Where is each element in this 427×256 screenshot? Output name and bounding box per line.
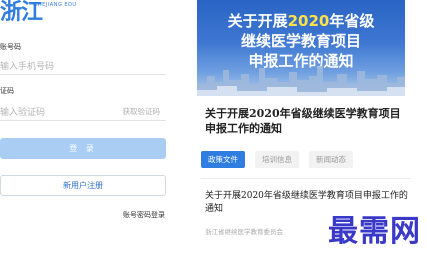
phone-field[interactable]: 输入手机号码	[0, 56, 166, 75]
tab-policy-documents[interactable]: 政策文件	[201, 151, 245, 168]
login-panel: 浙江 ZHEJIANG EDU 账号码 输入手机号码 证码 输入验证码 获取验证…	[0, 0, 178, 256]
tab-training-info[interactable]: 培训信息	[255, 151, 299, 168]
banner-line-2: 继续医学教育项目	[240, 32, 361, 50]
password-login-link[interactable]: 账号密码登录	[123, 210, 165, 220]
tab-news[interactable]: 新闻动态	[309, 151, 353, 168]
phone-label: 账号码	[0, 43, 21, 51]
divider	[201, 178, 411, 179]
code-placeholder: 输入验证码	[0, 108, 46, 118]
app-logo-subtext: ZHEJIANG EDU	[34, 2, 77, 8]
banner-year: 2020	[287, 12, 330, 30]
city-skyline-image	[197, 66, 405, 96]
category-tabs: 政策文件 培训信息 新闻动态	[201, 151, 353, 168]
news-item-source: 浙江省继续医学教育委员会	[205, 228, 283, 236]
code-label: 证码	[0, 87, 14, 95]
banner-line-1: 关于开展2020年省级	[227, 12, 375, 30]
get-code-button[interactable]: 获取验证码	[123, 106, 161, 117]
login-button[interactable]: 登 录	[0, 138, 166, 159]
register-button[interactable]: 新用户注册	[0, 175, 166, 196]
phone-placeholder: 输入手机号码	[0, 62, 55, 72]
article-banner[interactable]: 关于开展2020年省级 继续医学教育项目 申报工作的通知	[197, 0, 405, 96]
verification-code-field[interactable]: 输入验证码 获取验证码	[0, 102, 166, 121]
watermark: 最需网	[328, 214, 421, 249]
article-title[interactable]: 关于开展2020年省级继续医学教育项目申报工作的通知	[205, 106, 405, 136]
